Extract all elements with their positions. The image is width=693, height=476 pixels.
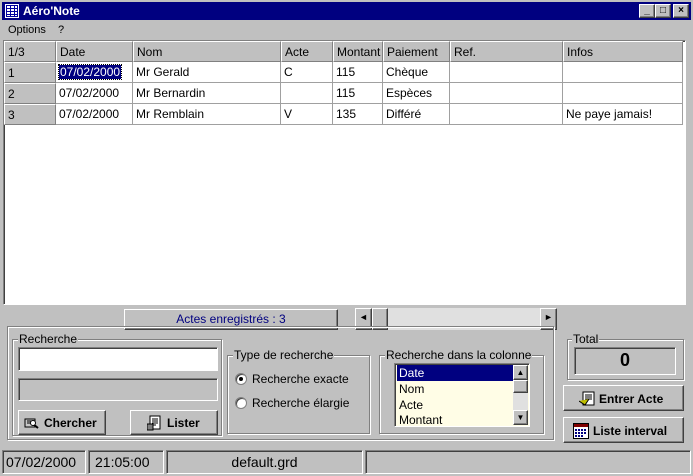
column-header-ref[interactable]: Ref. [450,41,563,62]
grid-cell[interactable]: Mr Gerald [133,62,281,83]
grid-corner-header: 1/3 [4,41,56,62]
add-document-icon [579,391,595,406]
list-item[interactable]: Nom [397,381,515,397]
list-item[interactable]: Acte [397,397,515,413]
column-listbox[interactable]: Date Nom Acte Montant ▲ ▼ [394,363,530,427]
row-header-3[interactable]: 3 [4,104,56,125]
radio-recherche-exacte[interactable]: Recherche exacte [235,372,365,388]
grid-cell[interactable] [450,104,563,125]
grid-cell[interactable]: 07/02/2000 [56,104,133,125]
grid-cell-selected[interactable]: 07/02/2000 [56,62,133,83]
close-button[interactable]: × [673,4,689,18]
list-scrollbar[interactable]: ▲ ▼ [513,365,528,425]
radio-label: Recherche exacte [252,372,349,386]
total-label: Total [572,332,600,346]
colonne-label: Recherche dans la colonne [385,348,533,362]
arrow-right-icon: ► [544,312,553,322]
arrow-down-icon: ▼ [516,413,525,422]
liste-interval-label: Liste interval [593,424,668,438]
radio-recherche-elargie[interactable]: Recherche élargie [235,396,365,412]
title-bar[interactable]: Aéro'Note _ □ × [2,2,691,20]
close-icon: × [678,5,684,16]
lister-button[interactable]: Lister [130,410,218,435]
grid-cell[interactable]: Chèque [383,62,450,83]
maximize-button[interactable]: □ [655,4,671,18]
app-grid-icon [5,4,19,18]
type-recherche-group [227,355,370,434]
minimize-icon: _ [644,5,650,16]
lister-label: Lister [167,416,200,430]
entrer-acte-label: Entrer Acte [599,392,664,406]
grid-cell[interactable]: 115 [333,83,383,104]
radio-button-selected[interactable] [235,373,247,385]
menu-help[interactable]: ? [58,24,64,36]
column-header-paiement[interactable]: Paiement [383,41,450,62]
grid-cell[interactable]: Mr Remblain [133,104,281,125]
column-header-acte[interactable]: Acte [281,41,333,62]
grid-cell[interactable]: Mr Bernardin [133,83,281,104]
grid-cell[interactable]: 115 [333,62,383,83]
grid-cell[interactable]: C [281,62,333,83]
column-header-montant[interactable]: Montant [333,41,383,62]
menu-bar: Options ? [2,21,691,39]
grid-cell[interactable] [281,83,333,104]
type-recherche-label: Type de recherche [233,348,335,362]
search-status-field [18,378,218,401]
arrow-up-icon: ▲ [516,368,525,377]
total-value: 0 [574,347,676,375]
chercher-label: Chercher [44,416,97,430]
grid-cell[interactable]: 07/02/2000 [56,83,133,104]
data-grid[interactable]: 1/3 Date Nom Acte Montant Paiement Ref. … [3,40,686,305]
grid-cell[interactable]: Espèces [383,83,450,104]
calendar-icon [573,423,589,439]
minimize-button[interactable]: _ [639,4,655,18]
status-filename: default.grd [166,450,363,474]
scroll-up-button[interactable]: ▲ [513,365,528,380]
window-title: Aéro'Note [23,4,80,18]
cell-text: 07/02/2000 [57,64,123,80]
liste-interval-button[interactable]: Liste interval [563,417,684,443]
search-hand-icon [24,418,39,429]
row-header-2[interactable]: 2 [4,83,56,104]
list-item-selected[interactable]: Date [397,365,515,381]
list-document-icon [147,415,161,431]
column-header-infos[interactable]: Infos [563,41,683,62]
status-time: 21:05:00 [88,450,164,474]
entrer-acte-button[interactable]: Entrer Acte [563,385,684,411]
radio-button[interactable] [235,397,247,409]
list-scroll-thumb[interactable] [513,380,528,393]
grid-cell[interactable] [563,62,683,83]
status-extra [365,450,691,474]
search-input[interactable] [18,347,218,371]
grid-cell[interactable] [450,83,563,104]
grid-cell[interactable]: Ne paye jamais! [563,104,683,125]
grid-cell[interactable] [450,62,563,83]
chercher-button[interactable]: Chercher [18,410,106,435]
grid-cell[interactable]: V [281,104,333,125]
column-header-date[interactable]: Date [56,41,133,62]
arrow-left-icon: ◄ [359,312,368,322]
list-item[interactable]: Montant [397,413,515,425]
maximize-icon: □ [659,5,667,16]
column-header-nom[interactable]: Nom [133,41,281,62]
grid-cell[interactable]: 135 [333,104,383,125]
recherche-label: Recherche [18,332,79,346]
grid-cell[interactable]: Différé [383,104,450,125]
row-header-1[interactable]: 1 [4,62,56,83]
status-date: 07/02/2000 [2,450,86,474]
menu-options[interactable]: Options [8,24,46,36]
radio-label: Recherche élargie [252,396,350,410]
scroll-down-button[interactable]: ▼ [513,410,528,425]
grid-cell[interactable] [563,83,683,104]
